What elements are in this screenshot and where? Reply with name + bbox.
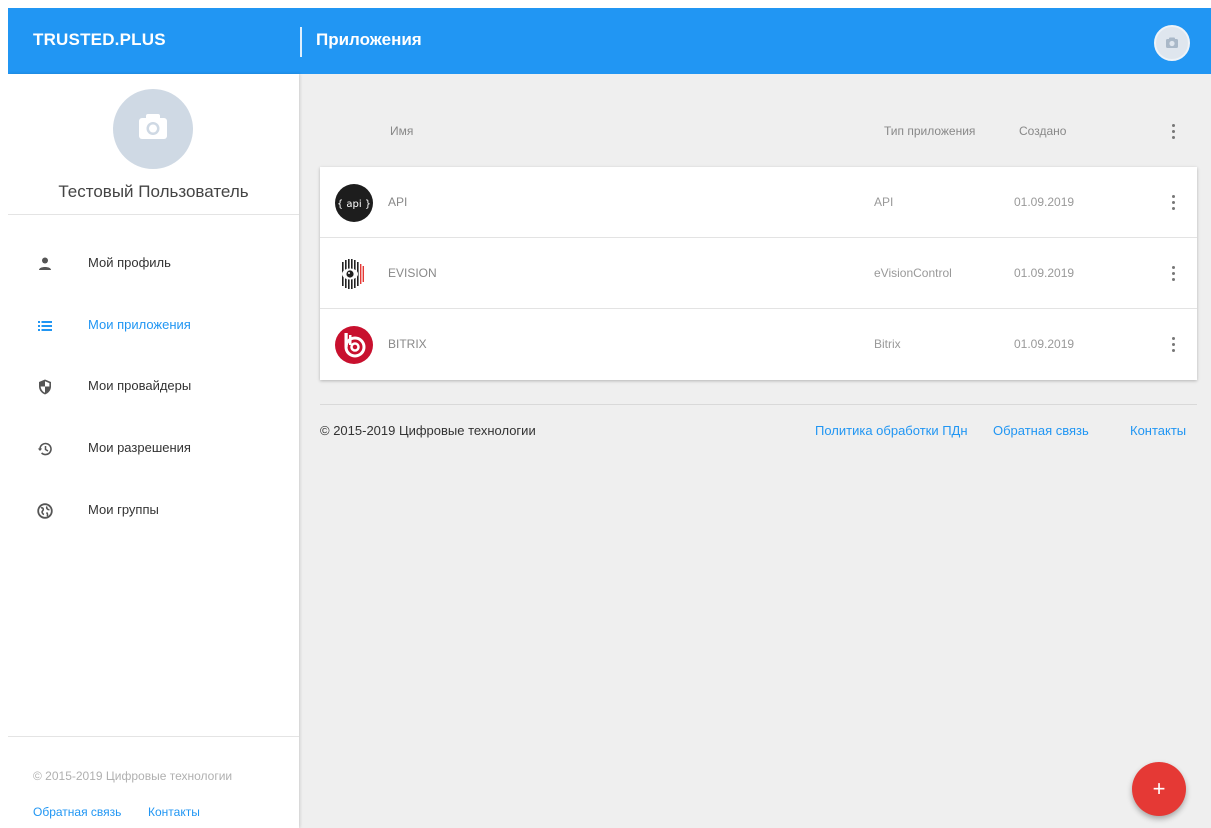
app-name: BITRIX — [388, 337, 427, 351]
footer-copyright: © 2015-2019 Цифровые технологии — [320, 423, 536, 438]
divider — [8, 214, 299, 215]
top-app-bar: TRUSTED.PLUS Приложения — [8, 8, 1211, 74]
app-type: API — [874, 195, 894, 209]
sidebar-item-label: Мои провайдеры — [88, 378, 192, 393]
api-logo: { api } — [334, 183, 374, 223]
column-header-created[interactable]: Создано — [1019, 124, 1066, 138]
bitrix-logo — [334, 325, 374, 365]
app-type: eVisionControl — [874, 266, 952, 280]
shield-icon — [39, 379, 51, 395]
sidebar-item-applications[interactable]: Мои приложения — [8, 306, 299, 346]
camera-icon — [139, 114, 167, 139]
more-vert-icon[interactable] — [1166, 335, 1182, 353]
history-icon — [37, 442, 52, 456]
sidebar: Тестовый Пользователь Мой профиль Мои пр… — [8, 74, 299, 828]
sidebar-copyright: © 2015-2019 Цифровые технологии — [33, 769, 233, 783]
divider — [8, 736, 299, 737]
sidebar-contacts-link[interactable]: Контакты — [148, 805, 200, 819]
profile-avatar[interactable] — [113, 89, 193, 169]
more-vert-icon[interactable] — [1166, 122, 1182, 140]
app-name: API — [388, 195, 408, 209]
user-avatar-button[interactable] — [1154, 25, 1190, 61]
sidebar-item-profile[interactable]: Мой профиль — [8, 244, 299, 284]
list-icon — [38, 321, 52, 331]
profile-name: Тестовый Пользователь — [58, 182, 249, 201]
app-frame: TRUSTED.PLUS Приложения Тестовый Пользов… — [8, 8, 1211, 828]
more-vert-icon[interactable] — [1166, 193, 1182, 211]
person-icon — [39, 257, 51, 270]
table-row[interactable]: { api } API API 01.09.2019 — [320, 167, 1197, 238]
applications-table: { api } API API 01.09.2019 EVISION eVisi… — [320, 167, 1197, 380]
app-created: 01.09.2019 — [1014, 337, 1075, 351]
table-row[interactable]: BITRIX Bitrix 01.09.2019 — [320, 309, 1197, 380]
sidebar-item-providers[interactable]: Мои провайдеры — [8, 367, 299, 407]
app-type: Bitrix — [874, 337, 901, 351]
table-header: Имя Тип приложения Создано — [320, 108, 1197, 158]
add-application-button[interactable]: + — [1132, 762, 1186, 816]
sidebar-feedback-link[interactable]: Обратная связь — [33, 805, 121, 819]
api-logo-text: { api } — [337, 199, 371, 210]
sidebar-item-permissions[interactable]: Мои разрешения — [8, 429, 299, 469]
camera-icon — [1166, 37, 1178, 48]
evision-logo — [334, 254, 374, 294]
sidebar-item-label: Мои приложения — [88, 317, 191, 332]
more-vert-icon[interactable] — [1166, 264, 1182, 282]
privacy-policy-link[interactable]: Политика обработки ПДн — [815, 423, 968, 438]
app-name: EVISION — [388, 266, 437, 280]
footer-contacts-link[interactable]: Контакты — [1130, 423, 1186, 438]
app-created: 01.09.2019 — [1014, 195, 1075, 209]
app-created: 01.09.2019 — [1014, 266, 1075, 280]
sidebar-item-groups[interactable]: Мои группы — [8, 491, 299, 531]
globe-icon — [37, 503, 53, 519]
table-row[interactable]: EVISION eVisionControl 01.09.2019 — [320, 238, 1197, 309]
column-header-type[interactable]: Тип приложения — [884, 124, 975, 138]
sidebar-item-label: Мои группы — [88, 502, 159, 517]
header-divider — [300, 27, 302, 57]
sidebar-item-label: Мой профиль — [88, 255, 171, 270]
divider — [320, 404, 1197, 405]
column-header-name[interactable]: Имя — [390, 124, 413, 138]
footer-feedback-link[interactable]: Обратная связь — [993, 423, 1089, 438]
page-title: Приложения — [316, 30, 422, 49]
sidebar-item-label: Мои разрешения — [88, 440, 191, 455]
brand-logo[interactable]: TRUSTED.PLUS — [33, 30, 166, 50]
